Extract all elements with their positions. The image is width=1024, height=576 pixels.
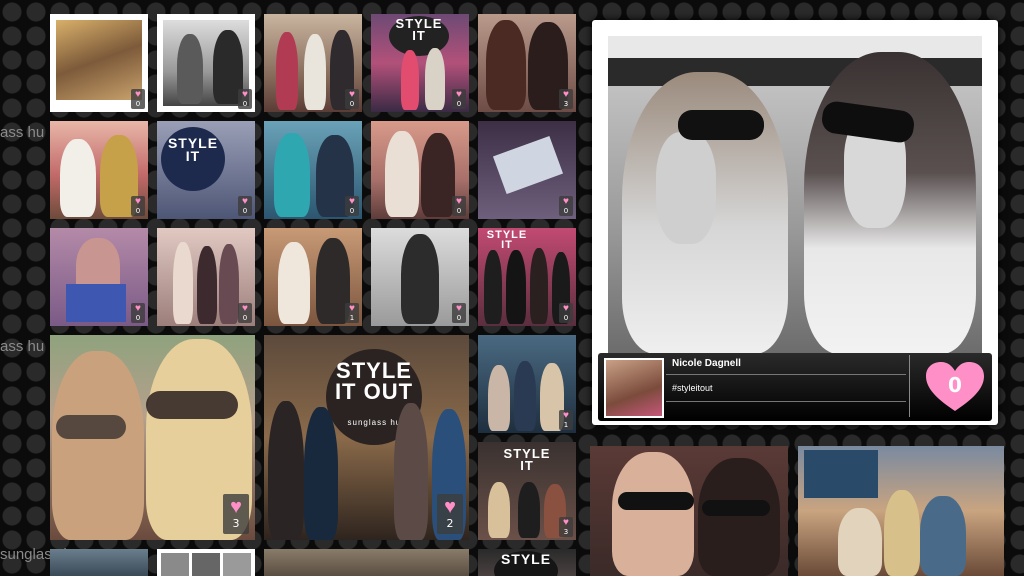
style-logo-text: STYLE bbox=[500, 551, 552, 567]
photo-tile[interactable]: ♥ 0 bbox=[371, 121, 469, 219]
photo-tile[interactable]: ♥ 1 bbox=[478, 335, 576, 433]
style-it-logo-text: STYLE IT bbox=[486, 229, 528, 252]
heart-icon: ♥ bbox=[242, 196, 248, 207]
like-badge[interactable]: ♥ 1 bbox=[559, 410, 573, 430]
like-badge[interactable]: ♥ 0 bbox=[131, 196, 145, 216]
heart-icon: ♥ bbox=[349, 196, 355, 207]
photo-tile[interactable]: STYLE IT ♥ 3 bbox=[478, 442, 576, 540]
photo-tile[interactable]: ♥ 0 bbox=[50, 14, 148, 112]
background-text-1: ass hu bbox=[0, 124, 45, 141]
vertical-divider bbox=[909, 355, 910, 417]
heart-icon: ♥ bbox=[135, 303, 141, 314]
photo-tile[interactable]: ♥ 0 bbox=[50, 121, 148, 219]
style-it-logo-text: STYLE IT bbox=[503, 446, 551, 474]
like-badge[interactable]: ♥ 0 bbox=[345, 89, 359, 109]
user-avatar[interactable] bbox=[604, 358, 664, 418]
heart-icon: ♥ bbox=[135, 196, 141, 207]
photo-info-bar: Nicole Dagnell #styleitout 0 bbox=[598, 353, 992, 421]
like-badge[interactable]: ♥ 3 bbox=[223, 494, 249, 534]
heart-icon: ♥ bbox=[456, 196, 462, 207]
heart-icon: ♥ bbox=[456, 303, 462, 314]
photo-tile[interactable]: ♥ 1 bbox=[264, 228, 362, 326]
heart-icon: ♥ bbox=[242, 303, 248, 314]
background-text-2: ass hu bbox=[0, 338, 45, 355]
heart-icon: ♥ bbox=[349, 303, 355, 314]
photo-tile-large[interactable]: ♥ 3 bbox=[50, 335, 255, 540]
photo-tile[interactable]: STYLE IT ♥ 0 bbox=[157, 121, 255, 219]
photo-tile[interactable]: ♥ 0 bbox=[264, 14, 362, 112]
photo-tile[interactable]: ♥ 0 bbox=[371, 228, 469, 326]
like-count: 0 bbox=[948, 373, 962, 397]
like-badge[interactable]: ♥ 0 bbox=[452, 303, 466, 323]
user-name[interactable]: Nicole Dagnell bbox=[672, 358, 741, 369]
photo-tile[interactable]: STYLE IT ♥ 0 bbox=[478, 228, 576, 326]
photo-tile[interactable]: ♥ 0 bbox=[478, 121, 576, 219]
heart-icon: ♥ bbox=[349, 89, 355, 100]
heart-icon: ♥ bbox=[242, 89, 248, 100]
style-it-logo-text: STYLE IT bbox=[167, 135, 219, 165]
like-badge[interactable]: ♥ 1 bbox=[345, 303, 359, 323]
heart-icon: ♥ bbox=[444, 496, 456, 518]
heart-icon: ♥ bbox=[456, 89, 462, 100]
heart-icon: ♥ bbox=[563, 89, 569, 100]
photo-tile[interactable] bbox=[264, 549, 469, 576]
like-badge[interactable]: ♥ 0 bbox=[452, 89, 466, 109]
style-it-out-logo-text: STYLE IT OUT bbox=[334, 358, 414, 404]
photo-tile[interactable]: STYLE IT ♥ 0 bbox=[371, 14, 469, 112]
like-badge[interactable]: ♥ 0 bbox=[131, 89, 145, 109]
photo-tile[interactable]: ♥ 0 bbox=[264, 121, 362, 219]
like-badge[interactable]: ♥ 0 bbox=[559, 303, 573, 323]
photo-tile-large[interactable] bbox=[590, 446, 788, 576]
photo-tile[interactable] bbox=[157, 549, 255, 576]
heart-icon: ♥ bbox=[563, 410, 569, 421]
style-it-logo-text: STYLE IT bbox=[395, 16, 443, 44]
photo-tile[interactable]: ♥ 0 bbox=[157, 228, 255, 326]
photo-tile[interactable] bbox=[50, 549, 148, 576]
heart-icon: ♥ bbox=[230, 496, 242, 518]
heart-icon: ♥ bbox=[563, 303, 569, 314]
photo-caption: #styleitout bbox=[672, 383, 713, 393]
heart-icon: ♥ bbox=[563, 196, 569, 207]
photo-tile[interactable]: ♥ 0 bbox=[50, 228, 148, 326]
like-badge[interactable]: ♥ 0 bbox=[452, 196, 466, 216]
heart-icon: ♥ bbox=[563, 517, 569, 528]
like-badge[interactable]: ♥ 0 bbox=[238, 89, 252, 109]
like-badge[interactable]: ♥ 0 bbox=[345, 196, 359, 216]
like-badge[interactable]: ♥ 3 bbox=[559, 517, 573, 537]
featured-photo[interactable] bbox=[608, 36, 982, 354]
divider-line bbox=[666, 374, 906, 375]
like-badge[interactable]: ♥ 0 bbox=[131, 303, 145, 323]
like-badge[interactable]: ♥ 2 bbox=[437, 494, 463, 534]
photo-tile[interactable]: ♥ 0 bbox=[157, 14, 255, 112]
photo-tile-large[interactable] bbox=[798, 446, 1004, 576]
photo-tile[interactable]: ♥ 3 bbox=[478, 14, 576, 112]
like-badge[interactable]: ♥ 0 bbox=[238, 303, 252, 323]
photo-tile[interactable]: STYLE bbox=[478, 549, 576, 576]
like-button[interactable]: 0 bbox=[924, 361, 986, 413]
featured-photo-panel: Nicole Dagnell #styleitout 0 bbox=[592, 20, 998, 425]
like-badge[interactable]: ♥ 0 bbox=[559, 196, 573, 216]
divider-line bbox=[666, 401, 906, 402]
photo-tile-large[interactable]: STYLE IT OUT sunglass hut ♥ 2 bbox=[264, 335, 469, 540]
like-badge[interactable]: ♥ 0 bbox=[238, 196, 252, 216]
heart-icon: ♥ bbox=[135, 89, 141, 100]
like-badge[interactable]: ♥ 3 bbox=[559, 89, 573, 109]
